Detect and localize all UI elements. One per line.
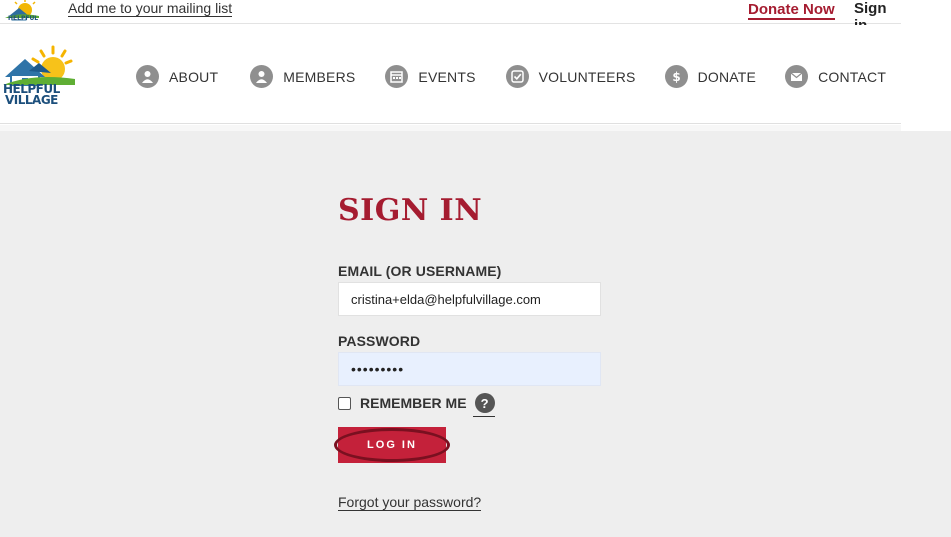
password-mask: ••••••••• <box>351 361 405 377</box>
help-glyph: ? <box>480 395 489 411</box>
remember-me-checkbox[interactable] <box>338 396 351 410</box>
forgot-password-link[interactable]: Forgot your password? <box>338 495 482 511</box>
calendar-icon <box>385 65 409 88</box>
nav-contact[interactable]: CONTACT <box>785 65 886 88</box>
log-in-button[interactable]: LOG IN <box>338 427 446 463</box>
donate-now-link[interactable]: Donate Now <box>748 2 835 20</box>
nav-members[interactable]: MEMBERS <box>250 65 355 88</box>
help-underline <box>472 416 495 417</box>
small-logo[interactable]: HELPFUL <box>3 0 43 24</box>
password-field[interactable]: ••••••••• <box>338 352 601 386</box>
login-button-wrap: LOG IN <box>334 427 450 463</box>
person-icon <box>136 65 159 88</box>
nav-volunteers[interactable]: VOLUNTEERS <box>505 65 636 88</box>
helpful-village-logo[interactable]: HELPFUL VILLAGE <box>3 45 75 107</box>
sign-in-section: SIGN IN EMAIL (OR USERNAME) PASSWORD •••… <box>0 131 951 537</box>
remember-me-row: REMEMBER ME ? <box>338 393 495 417</box>
password-label: PASSWORD <box>338 333 421 349</box>
checkbox-icon <box>505 65 529 88</box>
logo-line-2: VILLAGE <box>5 93 58 107</box>
nav-donate-label: DONATE <box>697 68 757 85</box>
svg-text:$: $ <box>672 70 680 83</box>
nav-donate[interactable]: $ DONATE <box>664 65 757 88</box>
dollar-icon: $ <box>664 65 688 88</box>
utility-bar: HELPFUL Add me to your mailing list Dona… <box>0 0 901 36</box>
person-icon <box>250 65 274 88</box>
nav-volunteers-label: VOLUNTEERS <box>538 68 636 85</box>
remember-me-label[interactable]: REMEMBER ME <box>360 395 467 411</box>
nav-about[interactable]: ABOUT <box>136 65 218 88</box>
nav-events-label: EVENTS <box>418 68 476 85</box>
help-icon[interactable]: ? <box>472 393 495 417</box>
page-title: SIGN IN <box>338 193 483 228</box>
nav-about-label: ABOUT <box>169 68 219 85</box>
email-field[interactable] <box>338 282 601 316</box>
page-gutter <box>901 0 951 131</box>
site-header: HELPFUL VILLAGE ABOUT MEMBERS EVENTS VOL… <box>0 25 901 124</box>
nav-events[interactable]: EVENTS <box>385 65 475 88</box>
envelope-icon <box>785 65 809 88</box>
main-navigation: ABOUT MEMBERS EVENTS VOLUNTEERS $ DONATE <box>136 65 886 88</box>
nav-members-label: MEMBERS <box>283 68 356 85</box>
nav-contact-label: CONTACT <box>818 68 887 85</box>
mailing-list-link[interactable]: Add me to your mailing list <box>68 1 233 17</box>
email-label: EMAIL (OR USERNAME) <box>338 263 502 279</box>
small-logo-text: HELPFUL <box>8 15 39 22</box>
